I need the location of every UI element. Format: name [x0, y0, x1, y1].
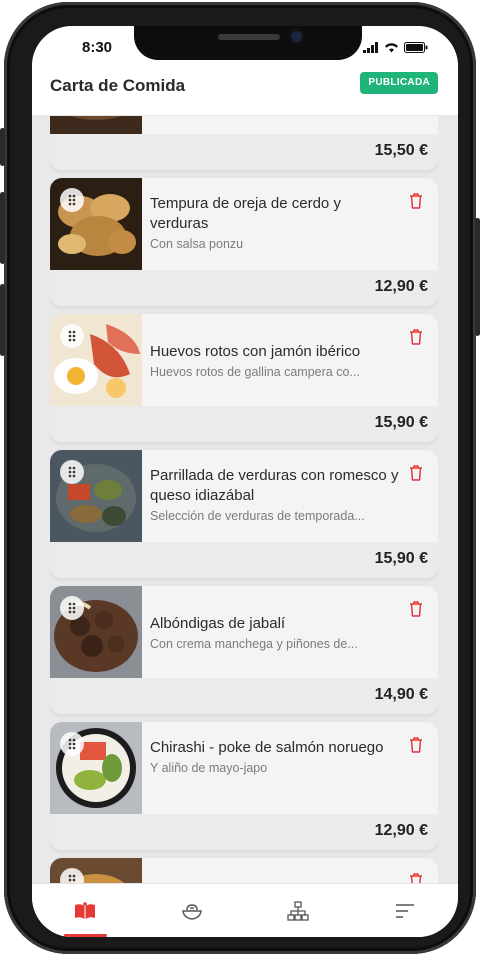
bottom-nav — [32, 883, 458, 937]
list-item[interactable] — [50, 858, 438, 886]
item-price: 15,50 € — [374, 142, 428, 159]
item-price: 15,90 € — [374, 550, 428, 567]
list-item[interactable]: Chirashi - poke de salmón noruego Y aliñ… — [50, 722, 438, 850]
item-name: Huevos rotos con jamón ibérico — [150, 343, 361, 360]
app-header: Carta de Comida PUBLICADA — [32, 72, 458, 116]
list-item[interactable]: Parrillada de verduras con romesco y que… — [50, 450, 438, 578]
camera — [288, 28, 305, 45]
volume-up-button — [0, 192, 5, 264]
speaker — [218, 34, 280, 40]
nav-structure[interactable] — [245, 884, 352, 937]
drag-handle-icon[interactable] — [60, 460, 84, 484]
notch — [134, 26, 362, 60]
list-item[interactable]: Huevos rotos con jamón ibérico Huevos ro… — [50, 314, 438, 442]
item-name: Chirashi - poke de salmón noruego — [150, 739, 384, 756]
trash-icon[interactable] — [408, 600, 424, 618]
item-price: 14,90 € — [374, 686, 428, 703]
sort-icon — [395, 903, 414, 918]
screen: 8:30 Carta de Comida PUBLICADA 15,50 € T… — [32, 26, 458, 937]
signal-icon — [363, 42, 378, 53]
item-description: Con crema manchega y piñones de... — [150, 637, 358, 651]
battery-icon — [404, 42, 428, 53]
menu-book-icon — [75, 901, 96, 919]
item-description: Con salsa ponzu — [150, 237, 244, 251]
bowl-icon — [181, 903, 202, 920]
trash-icon[interactable] — [408, 328, 424, 346]
drag-handle-icon[interactable] — [60, 596, 84, 620]
trash-icon[interactable] — [408, 464, 424, 482]
page-title: Carta de Comida — [50, 76, 186, 95]
power-button — [475, 218, 480, 336]
food-photo — [50, 116, 142, 134]
list-item[interactable]: Albóndigas de jabalí Con crema manchega … — [50, 586, 438, 714]
item-name: Tempura de oreja de cerdo y verduras — [150, 195, 341, 232]
trash-icon[interactable] — [408, 192, 424, 210]
drag-handle-icon[interactable] — [60, 188, 84, 212]
drag-handle-icon[interactable] — [60, 324, 84, 348]
trash-icon[interactable] — [408, 736, 424, 754]
nav-dishes[interactable] — [139, 884, 246, 937]
nav-menu[interactable] — [32, 884, 139, 937]
status-badge[interactable]: PUBLICADA — [360, 72, 438, 94]
item-description: Huevos rotos de gallina campera co... — [150, 365, 360, 379]
item-price: 15,90 € — [374, 414, 428, 431]
item-name: Albóndigas de jabalí — [150, 615, 286, 632]
nav-sort[interactable] — [352, 884, 459, 937]
list-item[interactable]: Tempura de oreja de cerdo y verduras Con… — [50, 178, 438, 306]
item-description: Selección de verduras de temporada... — [150, 509, 365, 523]
item-price: 12,90 € — [374, 822, 428, 839]
item-name: Parrillada de verduras con romesco y que… — [150, 467, 399, 504]
phone-frame: 8:30 Carta de Comida PUBLICADA 15,50 € T… — [0, 2, 480, 954]
list-item[interactable]: 15,50 € — [50, 116, 438, 170]
menu-item-list[interactable]: 15,50 € Tempura de oreja de cerdo y verd… — [50, 116, 438, 886]
item-price: 12,90 € — [374, 278, 428, 295]
silent-switch — [0, 128, 5, 166]
drag-handle-icon[interactable] — [60, 732, 84, 756]
item-description: Y aliño de mayo-japo — [150, 761, 268, 775]
status-time: 8:30 — [82, 39, 113, 56]
hierarchy-icon — [287, 900, 309, 921]
volume-down-button — [0, 284, 5, 356]
wifi-icon — [385, 43, 398, 53]
status-icons — [363, 42, 428, 53]
